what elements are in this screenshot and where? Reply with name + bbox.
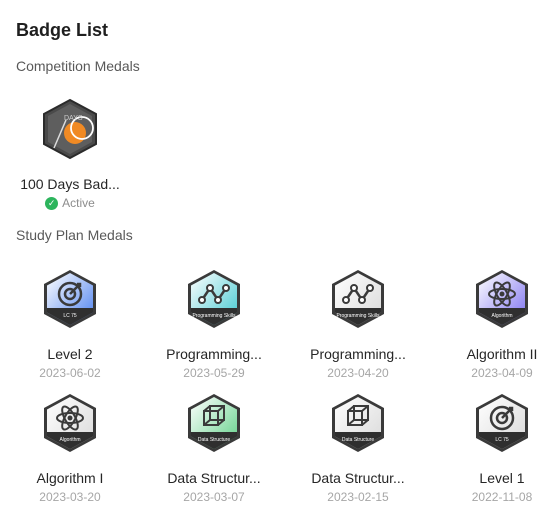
badge-name: Data Structur... — [167, 470, 261, 486]
badge-date: 2023-06-02 — [39, 366, 101, 380]
badge-card[interactable]: LC 75 Level 1 2022-11-08 — [432, 392, 554, 504]
badge-date: 2023-04-09 — [471, 366, 533, 380]
badge-date: 2022-11-08 — [471, 490, 533, 504]
badge-name: Algorithm I — [36, 470, 104, 486]
competition-medals-heading: Competition Medals — [16, 58, 140, 74]
badge-card[interactable]: Algorithm Algorithm II 2023-04-09 — [432, 268, 554, 380]
algorithm-atom-icon: Algorithm — [40, 392, 100, 454]
svg-text:DAYS: DAYS — [64, 115, 83, 122]
badge-date: 2023-05-29 — [183, 366, 245, 380]
study-plan-medals-heading: Study Plan Medals — [16, 227, 133, 243]
badge-name: Programming... — [310, 346, 406, 362]
badge-100-days[interactable]: DAYS 100 Days Bad... ✓ Active — [0, 98, 140, 210]
badge-card[interactable]: Programming Skills Programming... 2023-0… — [144, 268, 284, 380]
badge-date: 2023-02-15 — [327, 490, 389, 504]
badge-name: Programming... — [166, 346, 262, 362]
data-structure-cube-icon: Data Structure — [184, 392, 244, 454]
badge-date: 2023-04-20 — [327, 366, 389, 380]
svg-text:Algorithm: Algorithm — [59, 437, 80, 443]
svg-text:Data Structure: Data Structure — [342, 437, 374, 443]
programming-skills-icon: Programming Skills — [328, 268, 388, 330]
svg-text:Programming Skills: Programming Skills — [336, 313, 380, 319]
svg-text:LC 75: LC 75 — [495, 437, 509, 443]
badge-name: 100 Days Bad... — [20, 176, 120, 192]
svg-text:Programming Skills: Programming Skills — [192, 313, 236, 319]
badge-name: Level 2 — [47, 346, 93, 362]
page-title: Badge List — [16, 20, 109, 40]
badge-card[interactable]: LC 75 Level 2 2023-06-02 — [0, 268, 140, 380]
check-circle-icon: ✓ — [45, 196, 59, 210]
100-days-badge-icon: DAYS — [40, 98, 100, 160]
data-structure-cube-icon: Data Structure — [328, 392, 388, 454]
badge-date: 2023-03-20 — [39, 490, 101, 504]
badge-date: 2023-03-07 — [183, 490, 245, 504]
badge-card[interactable]: Algorithm Algorithm I 2023-03-20 — [0, 392, 140, 504]
svg-text:Algorithm: Algorithm — [491, 313, 512, 319]
status-badge: ✓ Active — [0, 196, 140, 210]
badge-name: Algorithm II — [466, 346, 538, 362]
svg-text:LC 75: LC 75 — [63, 313, 77, 319]
badge-name: Data Structur... — [311, 470, 405, 486]
programming-skills-icon: Programming Skills — [184, 268, 244, 330]
badge-name: Level 1 — [479, 470, 525, 486]
badge-card[interactable]: Data Structure Data Structur... 2023-02-… — [288, 392, 428, 504]
badge-card[interactable]: Programming Skills Programming... 2023-0… — [288, 268, 428, 380]
lc75-target-icon: LC 75 — [472, 392, 532, 454]
svg-text:Data Structure: Data Structure — [198, 437, 230, 443]
algorithm-atom-icon: Algorithm — [472, 268, 532, 330]
badge-card[interactable]: Data Structure Data Structur... 2023-03-… — [144, 392, 284, 504]
lc75-target-icon: LC 75 — [40, 268, 100, 330]
